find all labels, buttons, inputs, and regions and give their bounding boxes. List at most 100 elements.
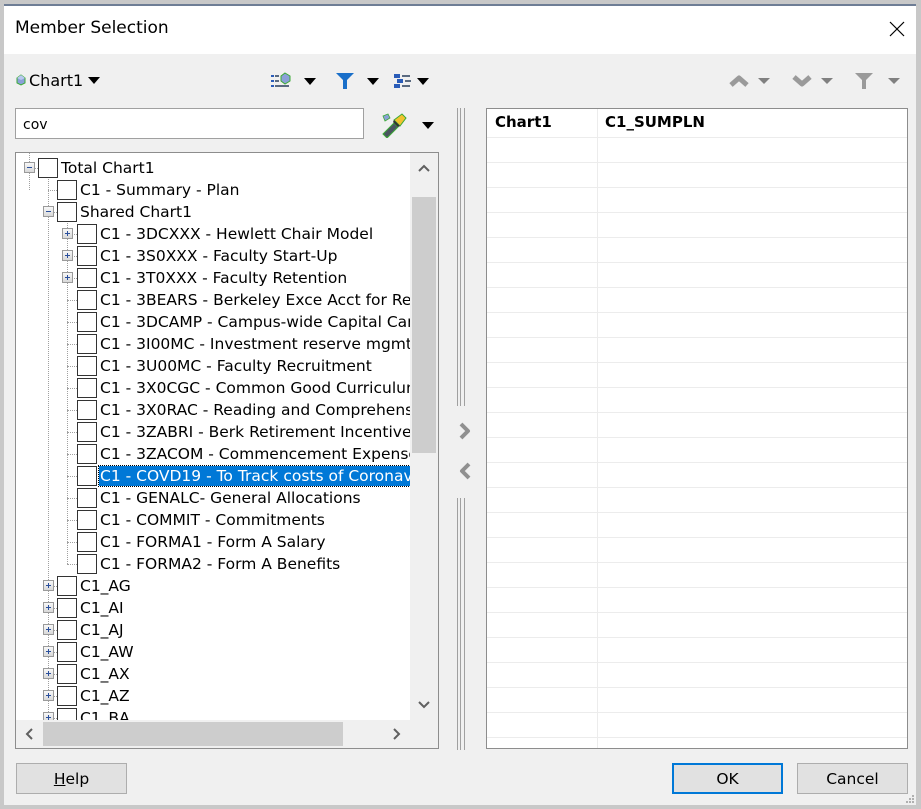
expand-icon[interactable]: [62, 250, 73, 261]
grid-row[interactable]: [487, 362, 907, 363]
tree-item-label[interactable]: C1 - 3X0RAC - Reading and Comprehension: [99, 400, 410, 420]
add-member-button[interactable]: [455, 418, 475, 444]
tree-item[interactable]: C1_AJ: [57, 619, 125, 641]
scroll-down-button[interactable]: [410, 690, 438, 720]
expand-icon[interactable]: [43, 624, 54, 635]
tree-item[interactable]: C1 - 3X0CGC - Common Good Curriculum E: [77, 377, 410, 399]
ok-button[interactable]: OK: [672, 763, 783, 794]
grid-header-dimension[interactable]: Chart1: [487, 109, 552, 134]
expand-icon[interactable]: [43, 668, 54, 679]
tree-item-checkbox[interactable]: [77, 532, 97, 552]
tree-item-label[interactable]: C1 - 3I00MC - Investment reserve mgmt co…: [99, 334, 410, 354]
tree-item-checkbox[interactable]: [77, 312, 97, 332]
grid-row[interactable]: [487, 637, 907, 638]
tree-item[interactable]: C1 - COVD19 - To Track costs of Coronavi…: [77, 465, 410, 487]
grid-row[interactable]: [487, 737, 907, 738]
collapse-icon[interactable]: [43, 206, 54, 217]
tree-item-label[interactable]: C1 - FORMA1 - Form A Salary: [99, 532, 327, 552]
tree-item-checkbox[interactable]: [77, 400, 97, 420]
tree-item[interactable]: C1 - 3BEARS - Berkeley Exce Acct for Res…: [77, 289, 410, 311]
grid-row[interactable]: [487, 387, 907, 388]
tree-item-label[interactable]: C1_AX: [79, 664, 131, 684]
tree-item[interactable]: C1 - 3X0RAC - Reading and Comprehension: [77, 399, 410, 421]
grid-row[interactable]: [487, 512, 907, 513]
tree-item-checkbox[interactable]: [57, 708, 77, 720]
tree-item-label[interactable]: C1_AG: [79, 576, 132, 596]
tree-item[interactable]: C1_AX: [57, 663, 131, 685]
grid-row[interactable]: [487, 262, 907, 263]
expand-icon[interactable]: [43, 602, 54, 613]
tree-item-label[interactable]: C1 - 3DCAMP - Campus-wide Capital Campai…: [99, 312, 410, 332]
tree-item[interactable]: C1_AI: [57, 597, 125, 619]
tree-item[interactable]: C1 - 3ZABRI - Berk Retirement Incentive …: [77, 421, 410, 443]
tree-item-checkbox[interactable]: [57, 576, 77, 596]
scroll-up-button[interactable]: [410, 153, 438, 183]
tree-item[interactable]: C1 - FORMA2 - Form A Benefits: [77, 553, 341, 575]
tree-item-checkbox[interactable]: [77, 246, 97, 266]
tree-item-checkbox[interactable]: [57, 598, 77, 618]
grid-row[interactable]: [487, 662, 907, 663]
tree-item-label[interactable]: C1_AI: [79, 598, 125, 618]
move-down-button[interactable]: [791, 70, 833, 92]
tree-item[interactable]: C1 - FORMA1 - Form A Salary: [77, 531, 327, 553]
dimension-selector[interactable]: Chart1: [16, 68, 101, 92]
tree-item[interactable]: C1_BA: [57, 707, 131, 720]
tree-item-label[interactable]: C1 - GENALC- General Allocations: [99, 488, 362, 508]
tree-item-label[interactable]: C1 - COVD19 - To Track costs of Coronavi…: [97, 465, 410, 487]
resize-grip-icon[interactable]: [904, 793, 914, 803]
tree-item-label[interactable]: Total Chart1: [60, 158, 156, 178]
scroll-right-button[interactable]: [384, 720, 410, 748]
grid-row[interactable]: [487, 162, 907, 163]
tree-item-label[interactable]: C1 - Summary - Plan: [79, 180, 240, 200]
tree-item[interactable]: Total Chart1: [38, 157, 156, 179]
help-button[interactable]: Help: [16, 763, 127, 794]
tree-item[interactable]: C1 - COMMIT - Commitments: [77, 509, 326, 531]
grid-row[interactable]: [487, 437, 907, 438]
grid-row[interactable]: [487, 212, 907, 213]
grid-row[interactable]: [487, 287, 907, 288]
vertical-scrollbar[interactable]: [410, 153, 438, 720]
expand-icon[interactable]: [62, 272, 73, 283]
tree-item-label[interactable]: C1 - 3U00MC - Faculty Recruitment: [99, 356, 373, 376]
tree-item-checkbox[interactable]: [57, 686, 77, 706]
tree-item-label[interactable]: C1 - 3X0CGC - Common Good Curriculum E: [99, 378, 410, 398]
grid-row[interactable]: [487, 587, 907, 588]
filter-dropdown-button[interactable]: [335, 70, 379, 92]
search-button[interactable]: [380, 112, 440, 138]
tree-item-checkbox[interactable]: [57, 202, 77, 222]
grid-row[interactable]: [487, 337, 907, 338]
expand-icon[interactable]: [43, 646, 54, 657]
cancel-button[interactable]: Cancel: [797, 763, 908, 794]
tree-item[interactable]: C1 - GENALC- General Allocations: [77, 487, 362, 509]
tree-item[interactable]: C1 - 3ZACOM - Commencement Expense: [77, 443, 410, 465]
grid-row[interactable]: [487, 137, 907, 138]
grid-header-member[interactable]: C1_SUMPLN: [597, 109, 705, 134]
vertical-scroll-thumb[interactable]: [412, 197, 436, 453]
tree-item[interactable]: C1 - 3DCXXX - Hewlett Chair Model: [77, 223, 374, 245]
tree-item-checkbox[interactable]: [77, 422, 97, 442]
expand-icon[interactable]: [43, 690, 54, 701]
grid-row[interactable]: [487, 237, 907, 238]
tree-item[interactable]: C1 - 3I00MC - Investment reserve mgmt co…: [77, 333, 410, 355]
tree-item-checkbox[interactable]: [77, 554, 97, 574]
tree-item-label[interactable]: C1 - 3ZABRI - Berk Retirement Incentive …: [99, 422, 410, 442]
tree-item-label[interactable]: C1 - 3DCXXX - Hewlett Chair Model: [99, 224, 374, 244]
grid-row[interactable]: [487, 687, 907, 688]
tree-item-checkbox[interactable]: [38, 158, 58, 178]
remove-member-button[interactable]: [455, 458, 475, 484]
tree-item-label[interactable]: C1 - 3T0XXX - Faculty Retention: [99, 268, 348, 288]
tree-item-checkbox[interactable]: [77, 268, 97, 288]
close-button[interactable]: [884, 16, 910, 42]
tree-item[interactable]: C1 - 3DCAMP - Campus-wide Capital Campai…: [77, 311, 410, 333]
tree-item-label[interactable]: C1 - 3S0XXX - Faculty Start-Up: [99, 246, 338, 266]
horizontal-scrollbar[interactable]: [16, 720, 410, 748]
grid-row[interactable]: [487, 462, 907, 463]
grid-row[interactable]: [487, 412, 907, 413]
tree-item[interactable]: C1 - Summary - Plan: [57, 179, 240, 201]
grid-row[interactable]: [487, 712, 907, 713]
tree-item-checkbox[interactable]: [57, 180, 77, 200]
tree-item-checkbox[interactable]: [77, 378, 97, 398]
tree-item-checkbox[interactable]: [57, 664, 77, 684]
tree-item-checkbox[interactable]: [77, 488, 97, 508]
tree-view-button[interactable]: [393, 70, 429, 92]
